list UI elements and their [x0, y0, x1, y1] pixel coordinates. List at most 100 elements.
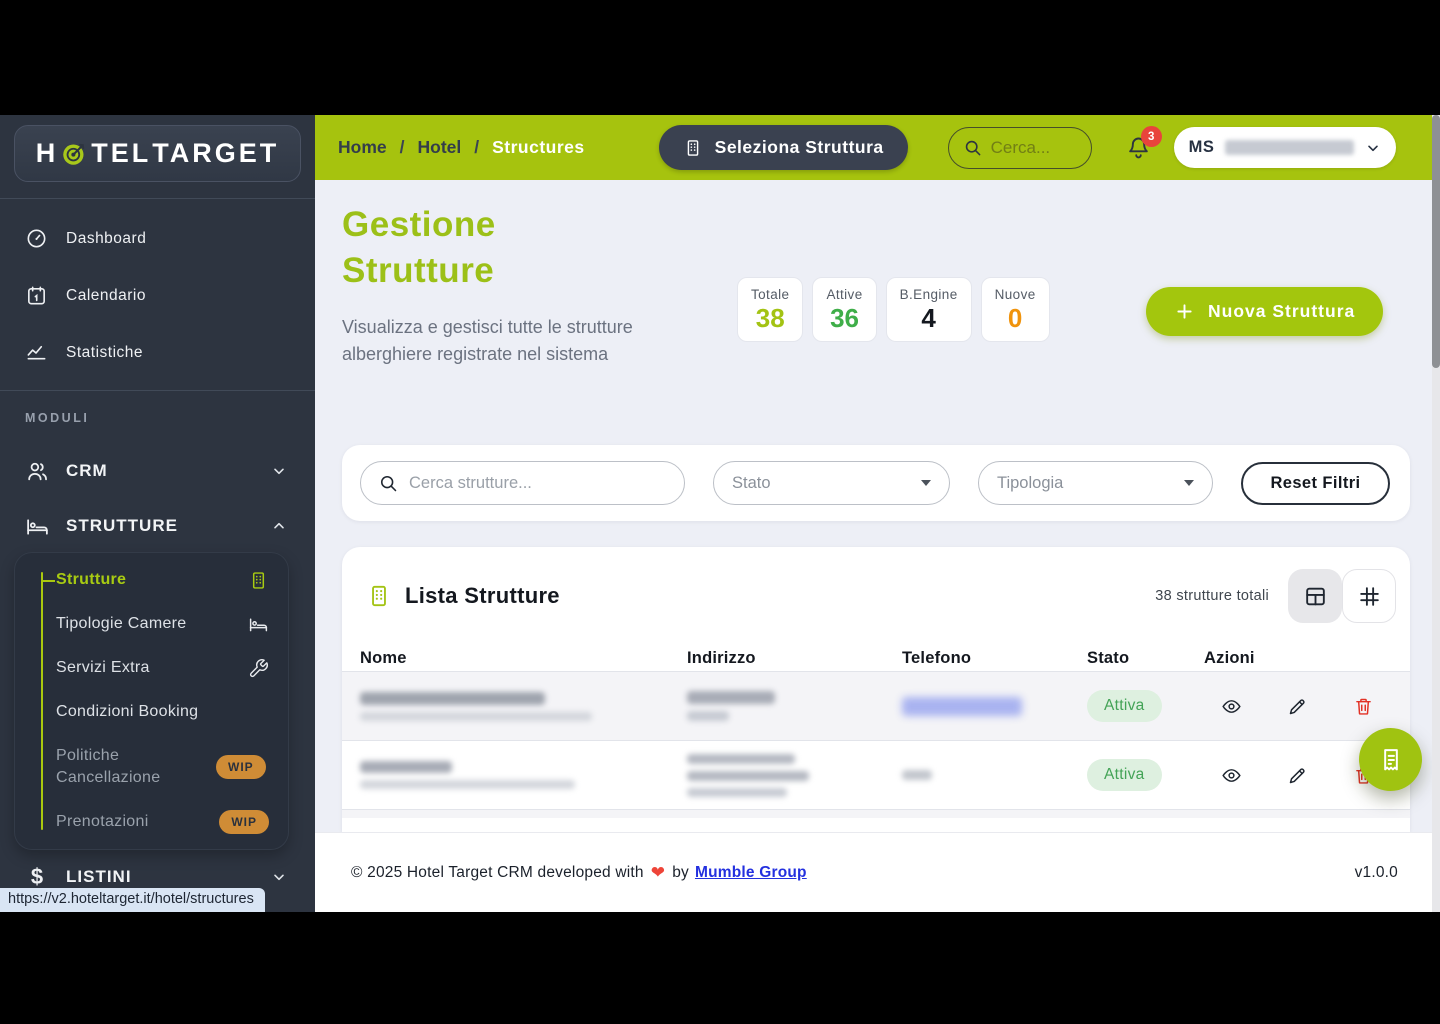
- redacted-text: [902, 770, 932, 780]
- stat-card-bengine: B.Engine 4: [885, 277, 972, 342]
- heart-icon: ❤: [650, 862, 666, 882]
- sidebar-item-label: Dashboard: [66, 229, 147, 247]
- breadcrumb-home[interactable]: Home: [338, 137, 387, 158]
- redacted-text: [687, 787, 787, 797]
- footer: © 2025 Hotel Target CRM developed with ❤…: [315, 832, 1440, 912]
- view-button[interactable]: [1221, 696, 1242, 717]
- scrollbar-track[interactable]: [1432, 115, 1440, 912]
- floating-receipt-button[interactable]: [1359, 728, 1422, 791]
- new-structure-label: Nuova Struttura: [1208, 301, 1356, 321]
- cell-nome-redacted: [360, 761, 687, 789]
- sidebar-item-calendario[interactable]: Calendario: [0, 267, 315, 324]
- column-header-indirizzo: Indirizzo: [687, 648, 756, 667]
- breadcrumb-hotel[interactable]: Hotel: [418, 137, 462, 158]
- sidebar: H TEL TARGET Dashboard Calendario Statis…: [0, 115, 315, 912]
- building-icon: [372, 585, 386, 607]
- submenu-item-tipologie-camere[interactable]: Tipologie Camere: [14, 602, 289, 646]
- stato-select-value: Stato: [732, 473, 771, 492]
- dollar-icon: $: [30, 864, 45, 889]
- module-label: STRUTTURE: [66, 516, 178, 535]
- table-view-toggle[interactable]: [1288, 569, 1342, 623]
- user-menu[interactable]: MS: [1173, 127, 1396, 168]
- edit-button[interactable]: [1287, 765, 1308, 786]
- app-logo[interactable]: H TEL TARGET: [14, 125, 301, 182]
- cell-azioni: [1204, 696, 1410, 717]
- submenu-item-strutture[interactable]: Strutture: [14, 558, 289, 602]
- sidebar-item-label: Statistiche: [66, 343, 144, 361]
- stats-cards: Totale 38 Attive 36 B.Engine 4 Nuove 0: [737, 277, 1050, 342]
- gauge-icon: [27, 229, 46, 248]
- browser-status-url: https://v2.hoteltarget.it/hotel/structur…: [0, 888, 265, 912]
- cell-stato: Attiva: [1087, 690, 1204, 722]
- table-row[interactable]: Attiva: [342, 740, 1410, 809]
- footer-version: v1.0.0: [1354, 863, 1398, 881]
- submenu-label: Tipologie Camere: [56, 615, 187, 633]
- building-icon: [687, 139, 698, 156]
- status-badge: Attiva: [1087, 690, 1162, 722]
- submenu-item-servizi-extra[interactable]: Servizi Extra: [14, 646, 289, 690]
- logo-text-target: TARGET: [152, 138, 280, 168]
- logo-text-hotel-h: H: [35, 138, 59, 168]
- receipt-icon: [1383, 748, 1398, 770]
- table-view-icon: [1305, 587, 1325, 605]
- redacted-text: [687, 753, 795, 764]
- cell-telefono-redacted: [902, 696, 1087, 716]
- topbar-search[interactable]: [947, 126, 1092, 169]
- submenu-item-politiche-cancellazione[interactable]: Politiche Cancellazione WIP: [14, 734, 289, 800]
- submenu-label: Prenotazioni: [56, 813, 149, 831]
- breadcrumb-separator: /: [399, 137, 405, 157]
- breadcrumb: Home / Hotel / Structures: [338, 137, 585, 158]
- submenu-item-prenotazioni[interactable]: Prenotazioni WIP: [14, 800, 289, 844]
- structure-search-input[interactable]: [409, 473, 667, 493]
- eye-icon: [1222, 699, 1241, 713]
- sidebar-item-crm[interactable]: CRM: [0, 445, 315, 497]
- caret-down-icon: [921, 480, 931, 486]
- table-row[interactable]: Attiva: [342, 671, 1410, 740]
- new-structure-button[interactable]: Nuova Struttura: [1146, 287, 1384, 336]
- cell-stato: Attiva: [1087, 759, 1204, 791]
- submenu-label: Condizioni Booking: [56, 703, 199, 721]
- wrench-icon: [249, 658, 268, 677]
- grid-view-toggle[interactable]: [1342, 569, 1396, 623]
- sidebar-item-dashboard[interactable]: Dashboard: [0, 210, 315, 267]
- submenu-item-condizioni-booking[interactable]: Condizioni Booking: [14, 690, 289, 734]
- cell-telefono-redacted: [902, 770, 1087, 780]
- bed-icon: [27, 518, 48, 535]
- logo-text-hotel-tel: TEL: [91, 138, 152, 168]
- scrollbar-thumb[interactable]: [1432, 115, 1440, 368]
- redacted-text: [360, 711, 592, 721]
- redacted-text: [360, 780, 575, 789]
- page-title: Gestione Strutture: [342, 205, 496, 290]
- user-initials: MS: [1188, 138, 1215, 156]
- cell-indirizzo-redacted: [687, 753, 902, 797]
- edit-button[interactable]: [1287, 696, 1308, 717]
- reset-filters-button[interactable]: Reset Filtri: [1241, 461, 1390, 505]
- target-icon: [63, 143, 85, 165]
- topbar-search-input[interactable]: [990, 137, 1071, 158]
- notifications-button[interactable]: 3: [1125, 126, 1162, 161]
- pencil-icon: [1289, 767, 1305, 783]
- stat-label: B.Engine: [899, 287, 958, 302]
- wip-badge: WIP: [219, 810, 269, 834]
- sidebar-item-strutture-module[interactable]: STRUTTURE: [0, 500, 315, 552]
- structure-search-field[interactable]: [360, 461, 685, 505]
- select-structure-button[interactable]: Seleziona Struttura: [658, 125, 908, 170]
- module-label: LISTINI: [66, 867, 132, 886]
- sidebar-item-statistiche[interactable]: Statistiche: [0, 324, 315, 381]
- column-header-nome: Nome: [360, 648, 407, 667]
- mumble-group-link[interactable]: Mumble Group: [695, 864, 807, 882]
- trash-icon: [1356, 698, 1371, 715]
- chevron-down-icon: [274, 874, 284, 881]
- sidebar-divider: [0, 198, 315, 199]
- stato-select[interactable]: Stato: [713, 461, 950, 505]
- delete-button[interactable]: [1353, 696, 1374, 717]
- stat-label: Attive: [826, 287, 863, 302]
- cell-nome-redacted: [360, 691, 687, 721]
- view-button[interactable]: [1221, 765, 1242, 786]
- trend-icon: [27, 345, 46, 360]
- breadcrumb-separator: /: [474, 137, 480, 157]
- cell-indirizzo-redacted: [687, 691, 902, 721]
- redacted-phone-link[interactable]: [902, 696, 1022, 716]
- stat-card-nuove: Nuove 0: [980, 277, 1050, 342]
- tipologia-select[interactable]: Tipologia: [978, 461, 1213, 505]
